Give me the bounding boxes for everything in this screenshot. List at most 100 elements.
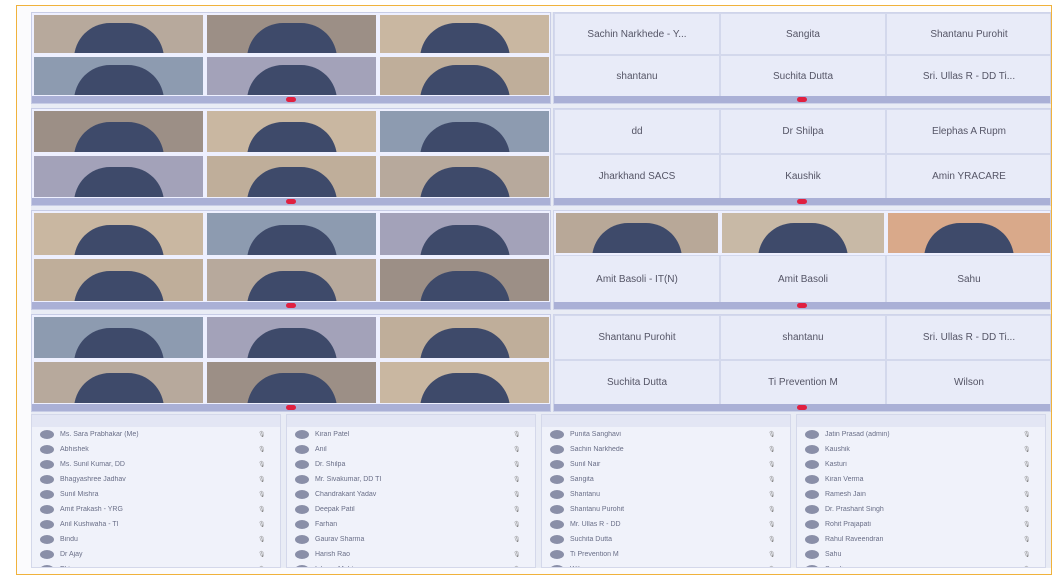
participant-video-tile[interactable] bbox=[205, 257, 378, 303]
end-call-button[interactable] bbox=[285, 303, 296, 308]
participant-list-item[interactable]: Shantanu Purohit 🎙 bbox=[542, 502, 790, 517]
participant-name-tile[interactable]: Amit Basoli bbox=[720, 255, 886, 303]
participant-video-tile[interactable] bbox=[205, 55, 378, 97]
meeting-control-bar bbox=[32, 96, 550, 103]
end-call-button[interactable] bbox=[797, 405, 808, 410]
participant-name-tile[interactable]: Wilson bbox=[886, 360, 1050, 405]
participant-list-item[interactable]: Shantanu 🎙 bbox=[542, 487, 790, 502]
participant-list-item[interactable]: Farhan 🎙 bbox=[287, 517, 535, 532]
participant-list-item[interactable]: Amit Prakash - YRG 🎙 bbox=[32, 502, 280, 517]
end-call-button[interactable] bbox=[285, 405, 296, 410]
participant-list-item[interactable]: Sahu 🎙 bbox=[797, 547, 1045, 562]
participant-list-item[interactable]: Sunil Nair 🎙 bbox=[542, 457, 790, 472]
participant-video-tile[interactable] bbox=[205, 154, 378, 199]
participant-list-item[interactable]: Gaurav Sharma 🎙 bbox=[287, 532, 535, 547]
participant-name-tile[interactable]: shantanu bbox=[554, 55, 720, 97]
participant-video-tile[interactable] bbox=[378, 13, 550, 55]
participant-video-tile[interactable] bbox=[32, 154, 205, 199]
participant-list-item[interactable]: Kaushik 🎙 bbox=[797, 442, 1045, 457]
participant-video-tile[interactable] bbox=[886, 211, 1050, 255]
participant-name-tile[interactable]: Jharkhand SACS bbox=[554, 154, 720, 199]
participant-list-item[interactable]: Ms. Sunil Kumar, DD 🎙 bbox=[32, 457, 280, 472]
end-call-button[interactable] bbox=[797, 97, 808, 102]
participant-list-item[interactable]: Suchita Dutta 🎙 bbox=[542, 532, 790, 547]
participant-list-item[interactable]: Ishaan Mehta🎙 bbox=[287, 562, 535, 567]
participant-list-item[interactable]: Dr. Prashant Singh 🎙 bbox=[797, 502, 1045, 517]
participant-list-item[interactable]: Bindu 🎙 bbox=[32, 532, 280, 547]
participant-name-tile[interactable]: Amin YRACARE bbox=[886, 154, 1050, 199]
participant-name-tile[interactable]: Shantanu Purohit bbox=[886, 13, 1050, 55]
participant-video-tile[interactable] bbox=[378, 257, 550, 303]
participant-video-tile[interactable] bbox=[720, 211, 886, 255]
participant-list-item[interactable]: Kiran Verma 🎙 bbox=[797, 472, 1045, 487]
participant-list-item[interactable]: Sandip🎙 bbox=[797, 562, 1045, 567]
participant-video-tile[interactable] bbox=[378, 315, 550, 360]
participant-video-tile[interactable] bbox=[205, 211, 378, 257]
participant-list-item[interactable]: Sachin Narkhede 🎙 bbox=[542, 442, 790, 457]
participant-list-item[interactable]: Ms. Sara Prabhakar (Me) 🎙 bbox=[32, 427, 280, 442]
participant-video-tile[interactable] bbox=[378, 154, 550, 199]
participant-video-tile[interactable] bbox=[378, 211, 550, 257]
name-tile-panel: Sachin Narkhede - Y... Sangita Shantanu Pu… bbox=[553, 12, 1051, 104]
participant-list-item[interactable]: Sangita 🎙 bbox=[542, 472, 790, 487]
participant-list-item[interactable]: Deepak Patil 🎙 bbox=[287, 502, 535, 517]
participant-video-tile[interactable] bbox=[32, 315, 205, 360]
participant-name-tile[interactable]: shantanu bbox=[720, 315, 886, 360]
avatar bbox=[40, 460, 54, 469]
participant-name: Sahu bbox=[825, 551, 842, 558]
participant-name-tile[interactable]: Sri. Ullas R - DD Ti... bbox=[886, 315, 1050, 360]
participant-list-item[interactable]: Dr Ajay 🎙 bbox=[32, 547, 280, 562]
participant-list-item[interactable]: Bhagyashree Jadhav 🎙 bbox=[32, 472, 280, 487]
participant-list-item[interactable]: Ti Prevention M 🎙 bbox=[542, 547, 790, 562]
participant-video-tile[interactable] bbox=[32, 257, 205, 303]
participant-list-item[interactable]: Anil Kushwaha - TI 🎙 bbox=[32, 517, 280, 532]
participant-list-item[interactable]: Chandrakant Yadav 🎙 bbox=[287, 487, 535, 502]
participant-list-item[interactable]: Ekta🎙 bbox=[32, 562, 280, 567]
participant-name-tile[interactable]: Sachin Narkhede - Y... bbox=[554, 13, 720, 55]
end-call-button[interactable] bbox=[797, 199, 808, 204]
participant-video-tile[interactable] bbox=[32, 55, 205, 97]
participant-name-tile[interactable]: Suchita Dutta bbox=[720, 55, 886, 97]
participant-video-tile[interactable] bbox=[32, 13, 205, 55]
participant-list-item[interactable]: Dr. Shilpa 🎙 bbox=[287, 457, 535, 472]
end-call-button[interactable] bbox=[285, 199, 296, 204]
participant-name-tile[interactable]: Shantanu Purohit bbox=[554, 315, 720, 360]
participant-video-tile[interactable] bbox=[32, 109, 205, 154]
participant-name-tile[interactable]: Amit Basoli - IT(N) bbox=[554, 255, 720, 303]
participant-list-item[interactable]: Abhishek 🎙 bbox=[32, 442, 280, 457]
participant-name-tile[interactable]: dd bbox=[554, 109, 720, 154]
participant-video-tile[interactable] bbox=[378, 360, 550, 405]
participant-list-item[interactable]: Harish Rao 🎙 bbox=[287, 547, 535, 562]
participant-list-item[interactable]: Kiran Patel 🎙 bbox=[287, 427, 535, 442]
participant-video-tile[interactable] bbox=[205, 13, 378, 55]
participant-name-tile[interactable]: Dr Shilpa bbox=[720, 109, 886, 154]
participant-list-item[interactable]: Jatin Prasad (admin) 🎙 bbox=[797, 427, 1045, 442]
participant-list-item[interactable]: Mr. Sivakumar, DD TI 🎙 bbox=[287, 472, 535, 487]
participant-list-item[interactable]: Kasturi 🎙 bbox=[797, 457, 1045, 472]
participant-list-item[interactable]: Wilson🎙 bbox=[542, 562, 790, 567]
participant-list-item[interactable]: Ramesh Jain 🎙 bbox=[797, 487, 1045, 502]
participant-name-tile[interactable]: Sri. Ullas R - DD Ti... bbox=[886, 55, 1050, 97]
end-call-button[interactable] bbox=[797, 303, 808, 308]
participant-video-tile[interactable] bbox=[32, 211, 205, 257]
end-call-button[interactable] bbox=[285, 97, 296, 102]
participant-name-tile[interactable]: Kaushik bbox=[720, 154, 886, 199]
participant-name-tile[interactable]: Ti Prevention M bbox=[720, 360, 886, 405]
participant-list-item[interactable]: Mr. Ullas R - DD 🎙 bbox=[542, 517, 790, 532]
participant-video-tile[interactable] bbox=[378, 55, 550, 97]
participant-list-item[interactable]: Punita Sanghavi 🎙 bbox=[542, 427, 790, 442]
participant-video-tile[interactable] bbox=[205, 315, 378, 360]
participant-video-tile[interactable] bbox=[378, 109, 550, 154]
participant-name-tile[interactable]: Suchita Dutta bbox=[554, 360, 720, 405]
participant-video-tile[interactable] bbox=[205, 109, 378, 154]
participant-name-tile[interactable]: Sangita bbox=[720, 13, 886, 55]
participant-list-item[interactable]: Rahul Raveendran 🎙 bbox=[797, 532, 1045, 547]
participant-video-tile[interactable] bbox=[554, 211, 720, 255]
participant-name-tile[interactable]: Elephas A Rupm bbox=[886, 109, 1050, 154]
participant-list-item[interactable]: Rohit Prajapati 🎙 bbox=[797, 517, 1045, 532]
participant-video-tile[interactable] bbox=[205, 360, 378, 405]
participant-video-tile[interactable] bbox=[32, 360, 205, 405]
participant-list-item[interactable]: Anil 🎙 bbox=[287, 442, 535, 457]
participant-list-item[interactable]: Sunil Mishra 🎙 bbox=[32, 487, 280, 502]
participant-name-tile[interactable]: Sahu bbox=[886, 255, 1050, 303]
